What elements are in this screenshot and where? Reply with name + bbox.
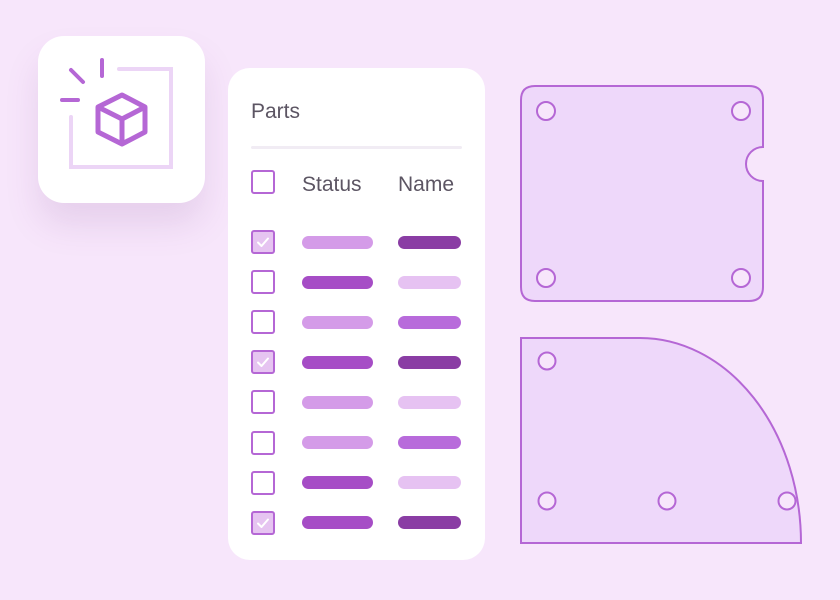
mounting-hole bbox=[731, 268, 751, 288]
mounting-hole bbox=[731, 101, 751, 121]
mounting-hole bbox=[657, 491, 677, 511]
part-plate-quarter-round[interactable] bbox=[520, 337, 803, 544]
mounting-hole bbox=[777, 491, 797, 511]
plate-outline bbox=[520, 337, 803, 544]
mounting-hole bbox=[536, 268, 556, 288]
mounting-hole bbox=[536, 101, 556, 121]
part-plate-notched[interactable] bbox=[520, 85, 764, 302]
part-drawings bbox=[520, 85, 803, 544]
mounting-hole bbox=[537, 351, 557, 371]
plate-outline bbox=[520, 85, 764, 302]
mounting-hole bbox=[537, 491, 557, 511]
